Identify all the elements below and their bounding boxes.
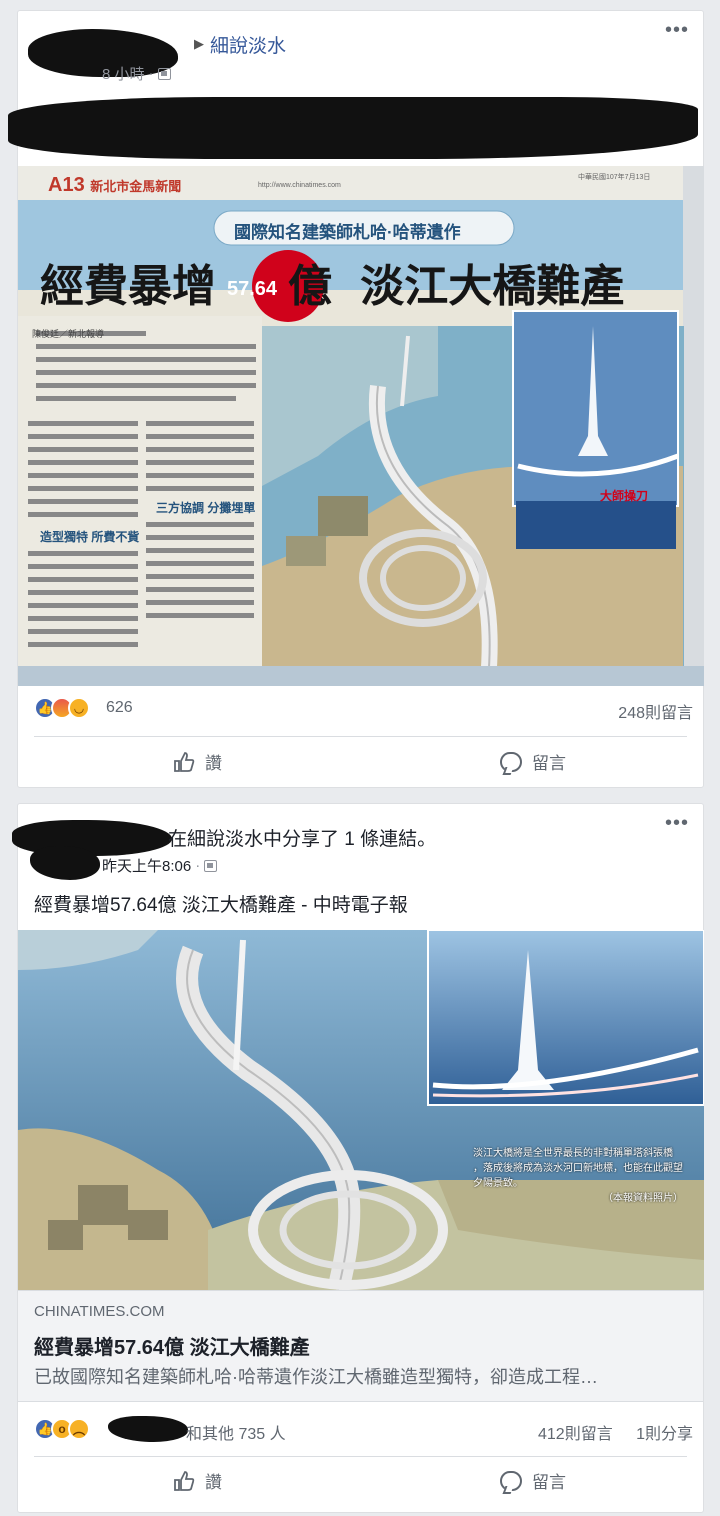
more-options-icon[interactable]: •••	[665, 20, 689, 40]
comment-label: 留言	[532, 754, 566, 773]
comment-count[interactable]: 248則留言	[618, 699, 693, 723]
share-text: 在細說淡水中分享了 1 條連結。	[168, 829, 437, 850]
divider	[34, 1456, 687, 1457]
like-thumb-icon	[174, 1470, 195, 1491]
section-label: A13 新北市金馬新聞	[48, 174, 182, 196]
comment-bubble-icon	[500, 751, 522, 772]
post1-stats: 👍 ◡ 626 248則留言	[18, 689, 703, 729]
reaction-icons[interactable]: 👍 o ︵	[34, 1418, 90, 1440]
like-thumb-icon	[174, 751, 195, 772]
issue-date: 中華民國107年7月13日	[578, 174, 651, 181]
post-time[interactable]: 8 小時	[102, 63, 145, 84]
like-button[interactable]: 讚	[173, 749, 222, 774]
link-preview-photo[interactable]: 淡江大橋將是全世界最長的非對稱單塔斜張橋 ，落成後將成為淡水河口新地標，也能在此…	[18, 930, 704, 1290]
newspaper-photo[interactable]: A13 新北市金馬新聞 http://www.chinatimes.com 中華…	[18, 166, 704, 686]
subhead-design: 造型獨特 所費不貲	[40, 530, 140, 544]
comment-count[interactable]: 412則留言	[538, 1420, 613, 1444]
comment-button[interactable]: 留言	[500, 1468, 566, 1493]
divider	[34, 736, 687, 737]
link-description: 已故國際知名建築師札哈·哈蒂遺作淡江大橋雖造型獨特，卻造成工程…	[34, 1367, 598, 1387]
share-count[interactable]: 1則分享	[636, 1420, 693, 1444]
comment-button[interactable]: 留言	[500, 749, 566, 774]
inset-label: 大師操刀	[600, 489, 649, 503]
link-preview-meta[interactable]: CHINATIMES.COM 經費暴增57.64億 淡江大橋難產 已故國際知名建…	[18, 1290, 703, 1402]
more-options-icon[interactable]: •••	[665, 813, 689, 833]
link-caption: 經費暴增57.64億 淡江大橋難產 - 中時電子報	[34, 895, 408, 916]
post-time[interactable]: 昨天上午8:06	[102, 855, 191, 876]
reactions-text[interactable]: 和其他 735 人	[186, 1420, 286, 1444]
headline-kicker: 國際知名建築師札哈·哈蒂遺作	[234, 223, 461, 242]
site-url: http://www.chinatimes.com	[258, 182, 341, 189]
redacted-reactor-name	[108, 1416, 188, 1442]
byline: 陳俊廷／新北報導	[32, 329, 105, 339]
newspaper-illustration	[18, 166, 704, 686]
like-label: 讚	[205, 754, 222, 773]
reaction-count[interactable]: 626	[106, 699, 133, 717]
like-button[interactable]: 讚	[173, 1468, 222, 1493]
reaction-icons[interactable]: 👍 ◡	[34, 697, 90, 719]
link-title[interactable]: 經費暴增57.64億 淡江大橋難產	[34, 1331, 310, 1360]
share-arrow-icon: ▶	[194, 36, 204, 51]
post-card-2: 在細說淡水中分享了 1 條連結。 昨天上午8:06 · ••• 經費暴增57.6…	[12, 803, 704, 1513]
like-label: 讚	[205, 1473, 222, 1492]
globe-icon	[204, 859, 218, 872]
comment-bubble-icon	[500, 1470, 522, 1491]
headline: 經費暴增 57.64 億 淡江大橋難產	[40, 262, 625, 311]
subhead-funding: 三方協調 分攤埋單	[156, 501, 256, 515]
redacted-avatar	[30, 846, 100, 880]
globe-icon	[157, 67, 171, 80]
group-link[interactable]: 細說淡水	[210, 31, 286, 58]
link-domain: CHINATIMES.COM	[34, 1303, 165, 1320]
post2-stats: 👍 o ︵ 和其他 735 人 412則留言 1則分享	[18, 1410, 703, 1450]
haha-reaction-icon: ◡	[68, 697, 90, 719]
photo-caption: 淡江大橋將是全世界最長的非對稱單塔斜張橋 ，落成後將成為淡水河口新地標，也能在此…	[473, 1148, 683, 1204]
comment-label: 留言	[532, 1473, 566, 1492]
redacted-post-text	[8, 97, 698, 159]
bridge-rendering	[18, 930, 704, 1290]
post-meta: 昨天上午8:06 ·	[102, 855, 218, 876]
post-card-1: ▶ 細說淡水 8 小時 · ••• A13 新北市金馬新聞 http://www…	[8, 10, 704, 788]
post-meta: 8 小時 ·	[102, 63, 171, 84]
sad-reaction-icon: ︵	[68, 1418, 90, 1440]
